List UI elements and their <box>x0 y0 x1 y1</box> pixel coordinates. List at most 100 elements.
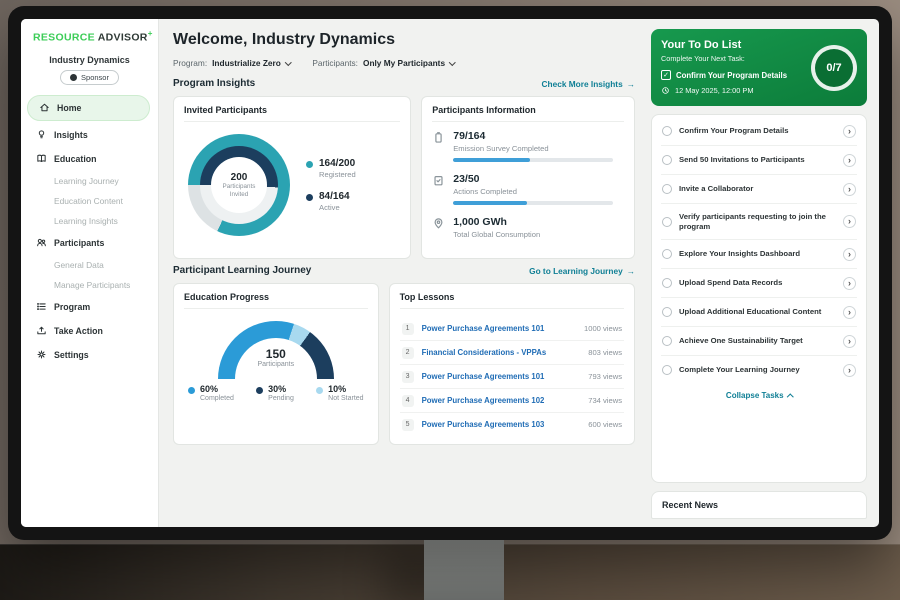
legend-dot-pending <box>256 387 263 394</box>
go-to-learning-journey-link[interactable]: Go to Learning Journey → <box>529 266 635 276</box>
photo-background: RESOURCE ADVISOR+ Industry Dynamics Spon… <box>0 0 900 600</box>
checkbox-icon[interactable] <box>662 365 672 375</box>
check-more-insights-link[interactable]: Check More Insights → <box>542 79 635 89</box>
clipboard-check-icon <box>432 174 445 187</box>
collapse-label: Collapse Tasks <box>726 391 784 400</box>
chevron-right-icon[interactable]: › <box>843 277 856 290</box>
invited-donut: 200 Participants Invited <box>188 134 290 236</box>
gauge-label: Participants <box>258 361 295 368</box>
sidebar-item-settings[interactable]: Settings <box>21 343 158 367</box>
legend-item: 30% Pending <box>256 384 294 402</box>
gear-icon <box>35 349 47 361</box>
sidebar-item-manage-participants[interactable]: Manage Participants <box>21 275 158 295</box>
legend-label: Completed <box>200 395 234 402</box>
task-row-upload-spend-data[interactable]: Upload Spend Data Records › <box>661 269 857 298</box>
progress-fill <box>453 158 530 162</box>
monitor-frame: RESOURCE ADVISOR+ Industry Dynamics Spon… <box>8 6 892 540</box>
program-filter[interactable]: Program: Industrialize Zero <box>173 58 290 68</box>
sidebar-item-education[interactable]: Education <box>21 147 158 171</box>
brand-plus: + <box>148 29 153 38</box>
todo-summary-card: Your To Do List Complete Your Next Task:… <box>651 29 867 106</box>
sidebar-item-label: Learning Insights <box>54 216 118 226</box>
task-row-complete-learning-journey[interactable]: Complete Your Learning Journey › <box>661 356 857 384</box>
sidebar-item-label: Settings <box>54 350 89 360</box>
checkbox-icon[interactable] <box>662 336 672 346</box>
brand-resource: RESOURCE <box>33 32 95 44</box>
task-row-achieve-target[interactable]: Achieve One Sustainability Target › <box>661 327 857 356</box>
sponsor-label: Sponsor <box>81 73 109 82</box>
lesson-rank: 3 <box>402 371 414 383</box>
collapse-tasks-link[interactable]: Collapse Tasks <box>661 384 857 406</box>
legend-value: 10% <box>328 384 363 394</box>
chevron-right-icon[interactable]: › <box>843 335 856 348</box>
top-lessons-card: Top Lessons 1 Power Purchase Agreements … <box>389 283 635 445</box>
legend-label: Pending <box>268 395 294 402</box>
sidebar-item-take-action[interactable]: Take Action <box>21 319 158 343</box>
sponsor-badge[interactable]: Sponsor <box>60 70 119 85</box>
checkbox-icon[interactable] <box>662 184 672 194</box>
todo-due-label: 12 May 2025, 12:00 PM <box>675 86 753 95</box>
todo-progress-value: 0/7 <box>826 62 841 74</box>
chevron-right-icon[interactable]: › <box>843 248 856 261</box>
card-title: Invited Participants <box>184 105 400 122</box>
education-progress-card: Education Progress 150 Participants <box>173 283 379 445</box>
chevron-right-icon[interactable]: › <box>843 125 856 138</box>
sidebar-item-education-content[interactable]: Education Content <box>21 191 158 211</box>
sidebar-item-label: Program <box>54 302 90 312</box>
sidebar-item-program[interactable]: Program <box>21 295 158 319</box>
lesson-link[interactable]: Power Purchase Agreements 101 <box>422 372 581 381</box>
chevron-right-icon[interactable]: › <box>843 183 856 196</box>
lesson-views: 600 views <box>588 420 622 429</box>
legend-item: 164/200 Registered <box>306 158 356 179</box>
participants-filter[interactable]: Participants: Only My Participants <box>312 58 454 68</box>
task-row-verify-participants[interactable]: Verify participants requesting to join t… <box>661 204 857 240</box>
sidebar-item-insights[interactable]: Insights <box>21 123 158 147</box>
stat-label: Actions Completed <box>453 187 624 196</box>
legend-item: 60% Completed <box>188 384 234 402</box>
lesson-row: 3 Power Purchase Agreements 101 793 view… <box>400 365 624 389</box>
task-label: Invite a Collaborator <box>679 184 836 194</box>
gauge-value: 150 <box>258 347 295 361</box>
sidebar-item-home[interactable]: Home <box>27 95 150 121</box>
lesson-link[interactable]: Financial Considerations - VPPAs <box>422 348 581 357</box>
chevron-right-icon[interactable]: › <box>843 215 856 228</box>
task-row-confirm-program[interactable]: Confirm Your Program Details › <box>661 117 857 146</box>
lesson-views: 1000 views <box>584 324 622 333</box>
battery-icon <box>432 131 445 144</box>
chevron-right-icon[interactable]: › <box>843 154 856 167</box>
chevron-right-icon[interactable]: › <box>843 364 856 377</box>
checkbox-icon[interactable] <box>662 155 672 165</box>
task-label: Verify participants requesting to join t… <box>679 212 836 232</box>
sidebar-item-general-data[interactable]: General Data <box>21 255 158 275</box>
upload-icon <box>35 325 47 337</box>
sidebar-item-participants[interactable]: Participants <box>21 231 158 255</box>
task-row-invite-collaborator[interactable]: Invite a Collaborator › <box>661 175 857 204</box>
task-row-send-invitations[interactable]: Send 50 Invitations to Participants › <box>661 146 857 175</box>
people-icon <box>35 237 47 249</box>
lesson-views: 803 views <box>588 348 622 357</box>
stat-label: Total Global Consumption <box>453 230 624 239</box>
lesson-link[interactable]: Power Purchase Agreements 103 <box>422 420 581 429</box>
checkbox-icon[interactable] <box>662 307 672 317</box>
checkbox-icon[interactable] <box>662 126 672 136</box>
invited-legend: 164/200 Registered 84/164 Active <box>306 158 356 212</box>
checkbox-icon[interactable] <box>662 278 672 288</box>
lesson-views: 734 views <box>588 396 622 405</box>
checkbox-icon[interactable] <box>662 249 672 259</box>
task-label: Send 50 Invitations to Participants <box>679 155 836 165</box>
task-row-explore-insights[interactable]: Explore Your Insights Dashboard › <box>661 240 857 269</box>
sidebar-item-learning-insights[interactable]: Learning Insights <box>21 211 158 231</box>
sidebar-item-learning-journey[interactable]: Learning Journey <box>21 171 158 191</box>
chevron-right-icon[interactable]: › <box>843 306 856 319</box>
lesson-link[interactable]: Power Purchase Agreements 102 <box>422 396 581 405</box>
sidebar-item-label: Insights <box>54 130 88 140</box>
checkbox-icon[interactable] <box>662 217 672 227</box>
recent-news-header[interactable]: Recent News <box>651 491 867 519</box>
clock-icon <box>661 86 670 95</box>
legend-value: 164/200 <box>319 158 356 169</box>
todo-tasks-card: Confirm Your Program Details › Send 50 I… <box>651 114 867 483</box>
lesson-link[interactable]: Power Purchase Agreements 101 <box>422 324 576 333</box>
sidebar-item-label: Participants <box>54 238 104 248</box>
task-row-upload-educational-content[interactable]: Upload Additional Educational Content › <box>661 298 857 327</box>
legend-value: 60% <box>200 384 234 394</box>
